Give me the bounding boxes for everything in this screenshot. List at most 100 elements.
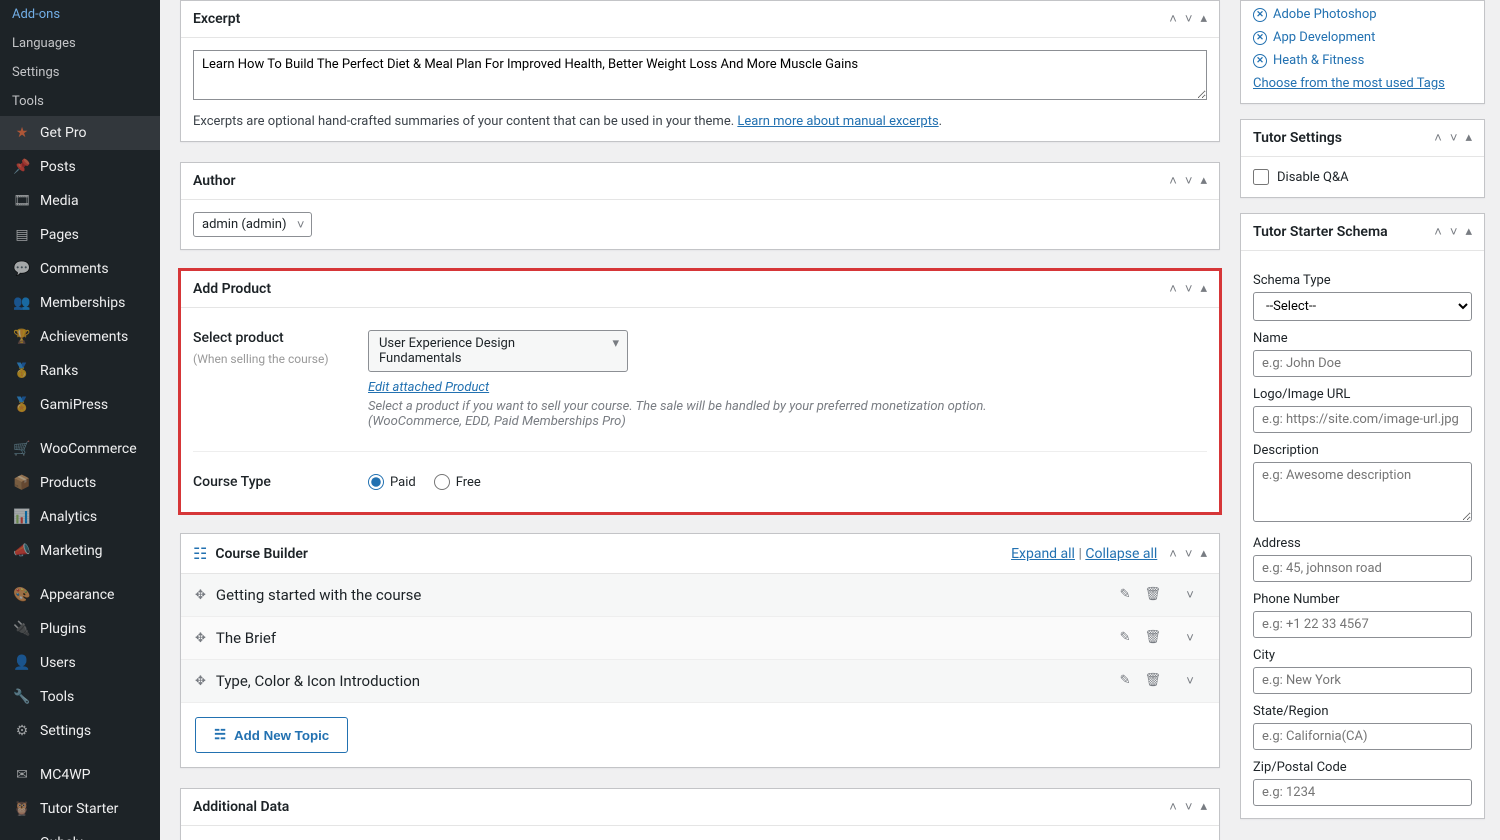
remove-tag-icon[interactable]: ✕ — [1253, 31, 1267, 45]
excerpt-textarea[interactable]: Learn How To Build The Perfect Diet & Me… — [193, 50, 1207, 100]
chevron-down-icon[interactable]: ˅ — [1185, 11, 1193, 27]
sidebar-item-analytics[interactable]: 📊Analytics — [0, 500, 160, 534]
sidebar-item-settings[interactable]: ⚙Settings — [0, 714, 160, 748]
menu-icon: 📣 — [12, 541, 32, 561]
chevron-down-icon[interactable]: ˅ — [1175, 630, 1205, 646]
schema-state-input[interactable] — [1253, 723, 1472, 750]
menu-icon: 🎞 — [12, 191, 32, 211]
menu-icon: 🎨 — [12, 585, 32, 605]
select-product-sublabel: (When selling the course) — [193, 352, 368, 366]
move-up-icon[interactable]: ▴ — [1200, 799, 1207, 815]
add-new-topic-button[interactable]: ☵ Add New Topic — [195, 717, 348, 753]
trash-icon[interactable]: 🗑 — [1144, 587, 1161, 603]
sidebar-item-comments[interactable]: 💬Comments — [0, 252, 160, 286]
sidebar-item-posts[interactable]: 📌Posts — [0, 150, 160, 184]
sidebar-item-users[interactable]: 👤Users — [0, 646, 160, 680]
sidebar-item-tools[interactable]: 🔧Tools — [0, 680, 160, 714]
trash-icon[interactable]: 🗑 — [1144, 673, 1161, 689]
move-up-icon[interactable]: ▴ — [1200, 546, 1207, 562]
schema-city-label: City — [1253, 648, 1472, 663]
sidebar-item-products[interactable]: 📦Products — [0, 466, 160, 500]
tag-item[interactable]: ✕App Development — [1253, 30, 1472, 45]
product-select[interactable]: User Experience Design Fundamentals — [368, 330, 628, 372]
sidebar-item-qubely[interactable]: ◐Qubely — [0, 826, 160, 840]
chevron-down-icon[interactable]: ˅ — [1450, 224, 1458, 240]
sidebar-item-plugins[interactable]: 🔌Plugins — [0, 612, 160, 646]
chevron-down-icon[interactable]: ˅ — [1450, 130, 1458, 146]
sidebar-item-mc4wp[interactable]: ✉MC4WP — [0, 758, 160, 792]
remove-tag-icon[interactable]: ✕ — [1253, 8, 1267, 22]
tag-item[interactable]: ✕Heath & Fitness — [1253, 53, 1472, 68]
expand-all-link[interactable]: Expand all — [1011, 546, 1075, 562]
trash-icon[interactable]: 🗑 — [1144, 630, 1161, 646]
sidebar-item-achievements[interactable]: 🏆Achievements — [0, 320, 160, 354]
schema-logo-input[interactable] — [1253, 406, 1472, 433]
chevron-down-icon[interactable]: ˅ — [1185, 799, 1193, 815]
sidebar-sub-settings[interactable]: Settings — [0, 58, 160, 87]
sidebar-sub-languages[interactable]: Languages — [0, 29, 160, 58]
sidebar-sub-add-ons[interactable]: Add-ons — [0, 0, 160, 29]
chevron-up-icon[interactable]: ˄ — [1434, 224, 1442, 240]
sidebar-item-ranks[interactable]: 🥇Ranks — [0, 354, 160, 388]
schema-type-select[interactable]: --Select-- — [1253, 292, 1472, 321]
disable-qa-checkbox[interactable]: Disable Q&A — [1253, 169, 1472, 185]
chevron-up-icon[interactable]: ˄ — [1169, 281, 1177, 297]
schema-phone-input[interactable] — [1253, 611, 1472, 638]
author-select[interactable]: admin (admin) — [193, 212, 312, 237]
chevron-up-icon[interactable]: ˄ — [1169, 11, 1177, 27]
edit-icon[interactable]: ✎ — [1120, 673, 1131, 689]
move-up-icon[interactable]: ▴ — [1465, 224, 1472, 240]
sidebar-item-tutor-starter[interactable]: 🦉Tutor Starter — [0, 792, 160, 826]
sidebar-sub-tools[interactable]: Tools — [0, 87, 160, 116]
chevron-up-icon[interactable]: ˄ — [1169, 799, 1177, 815]
move-up-icon[interactable]: ▴ — [1200, 281, 1207, 297]
schema-panel: Tutor Starter Schema ˄ ˅ ▴ Schema Type -… — [1240, 213, 1485, 819]
remove-tag-icon[interactable]: ✕ — [1253, 54, 1267, 68]
tag-item[interactable]: ✕Adobe Photoshop — [1253, 7, 1472, 22]
choose-tags-link[interactable]: Choose from the most used Tags — [1253, 76, 1445, 91]
chevron-down-icon[interactable]: ˅ — [1185, 173, 1193, 189]
sidebar-item-gamipress[interactable]: 🏅GamiPress — [0, 388, 160, 422]
edit-product-link[interactable]: Edit attached Product — [368, 380, 489, 395]
move-up-icon[interactable]: ▴ — [1465, 130, 1472, 146]
collapse-all-link[interactable]: Collapse all — [1085, 546, 1157, 562]
paid-radio[interactable] — [368, 474, 384, 490]
edit-icon[interactable]: ✎ — [1120, 630, 1131, 646]
sidebar-item-woocommerce[interactable]: 🛒WooCommerce — [0, 432, 160, 466]
schema-address-input[interactable] — [1253, 555, 1472, 582]
schema-zip-input[interactable] — [1253, 779, 1472, 806]
free-radio[interactable] — [434, 474, 450, 490]
sidebar-item-media[interactable]: 🎞Media — [0, 184, 160, 218]
menu-icon: ▤ — [12, 225, 32, 245]
move-up-icon[interactable]: ▴ — [1200, 173, 1207, 189]
chevron-down-icon[interactable]: ˅ — [1175, 587, 1205, 603]
sidebar-item-appearance[interactable]: 🎨Appearance — [0, 578, 160, 612]
menu-icon: 👥 — [12, 293, 32, 313]
schema-name-input[interactable] — [1253, 350, 1472, 377]
chevron-down-icon[interactable]: ˅ — [1185, 546, 1193, 562]
sidebar-item-marketing[interactable]: 📣Marketing — [0, 534, 160, 568]
tutor-settings-title: Tutor Settings — [1253, 130, 1342, 146]
chevron-up-icon[interactable]: ˄ — [1434, 130, 1442, 146]
schema-phone-label: Phone Number — [1253, 592, 1472, 607]
drag-icon[interactable]: ✥ — [195, 588, 206, 603]
schema-desc-textarea[interactable] — [1253, 462, 1472, 522]
sidebar-item-pages[interactable]: ▤Pages — [0, 218, 160, 252]
chevron-up-icon[interactable]: ˄ — [1169, 173, 1177, 189]
menu-icon: 💬 — [12, 259, 32, 279]
sidebar-item-memberships[interactable]: 👥Memberships — [0, 286, 160, 320]
course-type-free[interactable]: Free — [434, 474, 481, 490]
chevron-down-icon[interactable]: ˅ — [1175, 673, 1205, 689]
excerpt-learn-more-link[interactable]: Learn more about manual excerpts — [737, 114, 938, 129]
drag-icon[interactable]: ✥ — [195, 674, 206, 689]
admin-sidebar: Add-onsLanguagesSettingsTools ★ Get Pro … — [0, 0, 160, 840]
edit-icon[interactable]: ✎ — [1120, 587, 1131, 603]
chevron-up-icon[interactable]: ˄ — [1169, 546, 1177, 562]
menu-icon: 🥇 — [12, 361, 32, 381]
sidebar-get-pro[interactable]: ★ Get Pro — [0, 116, 160, 150]
chevron-down-icon[interactable]: ˅ — [1185, 281, 1193, 297]
schema-city-input[interactable] — [1253, 667, 1472, 694]
drag-icon[interactable]: ✥ — [195, 631, 206, 646]
move-up-icon[interactable]: ▴ — [1200, 11, 1207, 27]
course-type-paid[interactable]: Paid — [368, 474, 416, 490]
